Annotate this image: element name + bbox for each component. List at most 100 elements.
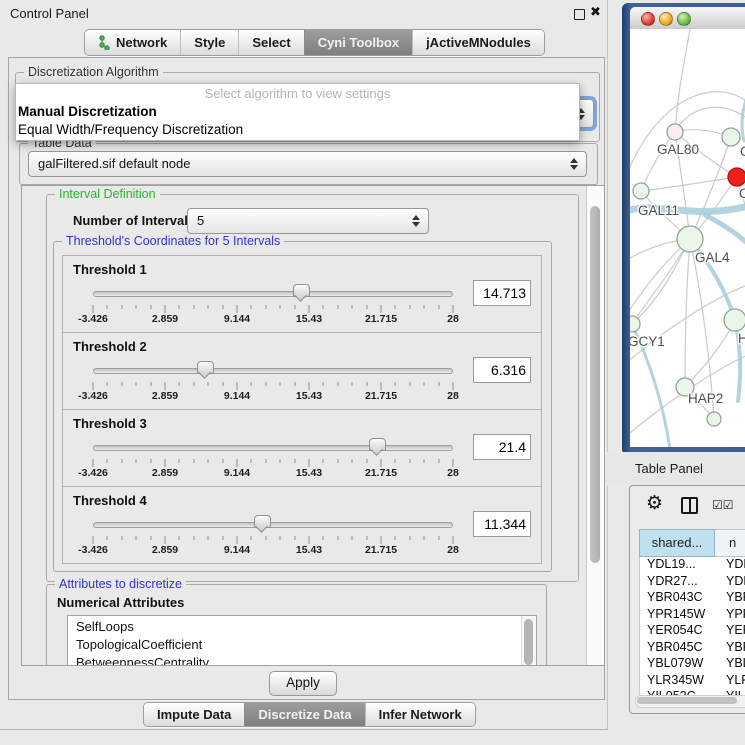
network-node[interactable] — [633, 183, 649, 199]
scrollbar-thumb[interactable] — [637, 697, 737, 704]
zoom-traffic-light-icon[interactable] — [677, 12, 691, 26]
tab-impute-data[interactable]: Impute Data — [144, 703, 244, 726]
tab-network[interactable]: Network — [85, 30, 180, 55]
vertical-scrollbar[interactable] — [586, 186, 604, 665]
column-header-shared[interactable]: shared... — [639, 529, 715, 557]
float-window-icon[interactable] — [574, 9, 585, 20]
cell-shared-name[interactable]: YDR27... — [640, 574, 716, 591]
split-columns-icon[interactable] — [681, 497, 698, 514]
tab-cyni-toolbox[interactable]: Cyni Toolbox — [304, 30, 412, 55]
minimize-traffic-light-icon[interactable] — [659, 12, 673, 26]
network-node-label: GAL80 — [657, 142, 699, 157]
cell-shared-name[interactable]: YDL19... — [640, 557, 716, 574]
cell-shared-name[interactable]: YER054C — [640, 623, 716, 640]
table-row[interactable]: YER054CYER0 — [640, 623, 745, 640]
table-row[interactable]: YBR045CYBR0 — [640, 640, 745, 657]
network-node-label: HAP2 — [688, 391, 723, 406]
tab-style[interactable]: Style — [180, 30, 238, 55]
slider-thumb[interactable] — [369, 438, 386, 451]
cell-name[interactable]: YDR2 — [716, 574, 745, 591]
network-node[interactable] — [630, 316, 640, 332]
dropdown-option[interactable]: Manual Discretization — [16, 103, 579, 121]
network-edge-thick[interactable] — [705, 215, 745, 247]
group-title: Interval Definition — [55, 187, 160, 201]
threshold-label: Threshold 3 — [73, 416, 147, 431]
network-node[interactable] — [667, 124, 683, 140]
slider-ticks — [93, 459, 453, 467]
cell-name[interactable]: YPR1 — [716, 607, 745, 624]
combobox-stepper-icon — [570, 158, 579, 170]
threshold-slider[interactable] — [93, 283, 453, 303]
cell-name[interactable]: YLR3 — [716, 673, 745, 690]
network-edge[interactable] — [630, 239, 690, 317]
tab-select[interactable]: Select — [238, 30, 303, 55]
cell-shared-name[interactable]: YBR043C — [640, 590, 716, 607]
horizontal-scrollbar[interactable] — [635, 695, 745, 708]
threshold-slider[interactable] — [93, 360, 453, 380]
attribute-list-item[interactable]: SelfLoops — [76, 618, 536, 636]
network-edge[interactable] — [685, 239, 690, 387]
table-row[interactable]: YPR145WYPR1 — [640, 607, 745, 624]
checkboxes-icon[interactable]: ☑☑ — [712, 498, 734, 512]
gear-icon[interactable]: ⚙ — [646, 492, 663, 515]
attribute-list-item[interactable]: TopologicalCoefficient — [76, 636, 536, 654]
threshold-slider[interactable] — [93, 437, 453, 457]
apply-button[interactable]: Apply — [269, 671, 337, 696]
network-node[interactable] — [724, 309, 745, 331]
table-row[interactable]: YDR27...YDR2 — [640, 574, 745, 591]
threshold-value-input[interactable] — [473, 434, 531, 460]
table-panel-titlebar: Table Panel — [607, 452, 745, 485]
network-edge[interactable] — [641, 177, 737, 191]
group-title: Attributes to discretize — [55, 577, 186, 591]
cell-name[interactable]: YER0 — [716, 623, 745, 640]
cell-shared-name[interactable]: YLR345W — [640, 673, 716, 690]
tab-label: Discretize Data — [258, 703, 351, 726]
threshold-value-input[interactable] — [473, 357, 531, 383]
table-row[interactable]: YLR345WYLR3 — [640, 673, 745, 690]
cell-name[interactable]: YBR0 — [716, 640, 745, 657]
tab-discretize-data[interactable]: Discretize Data — [244, 703, 364, 726]
network-edge[interactable] — [641, 132, 675, 191]
slider-ticks — [93, 536, 453, 544]
tab-label: Infer Network — [379, 703, 462, 726]
network-window-titlebar[interactable] — [630, 7, 745, 30]
close-icon[interactable]: ✖ — [590, 4, 601, 20]
threshold-value-input[interactable] — [473, 280, 531, 306]
slider-thumb[interactable] — [197, 361, 214, 374]
cell-name[interactable]: YBR0 — [716, 590, 745, 607]
tab-jactivemnodules[interactable]: jActiveMNodules — [412, 30, 544, 55]
table-row[interactable]: YBL079WYBL0 — [640, 656, 745, 673]
cell-shared-name[interactable]: YBR045C — [640, 640, 716, 657]
threshold-value-input[interactable] — [473, 511, 531, 537]
network-canvas[interactable]: GAL80GACGAL11GAL4GCY1HHAP2 — [630, 29, 745, 447]
numerical-attributes-list[interactable]: SelfLoopsTopologicalCoefficientBetweenne… — [67, 615, 537, 666]
slider-thumb[interactable] — [254, 515, 271, 528]
num-intervals-combobox[interactable]: 5 — [187, 208, 429, 234]
cell-name[interactable]: YDL1 — [716, 557, 745, 574]
network-node[interactable] — [722, 128, 740, 146]
cell-name[interactable]: YBL0 — [716, 656, 745, 673]
scrollbar-thumb[interactable] — [590, 206, 600, 563]
attribute-list-item[interactable]: BetweennessCentrality — [76, 654, 536, 666]
threshold-panels: Threshold 1-3.4262.8599.14415.4321.71528… — [62, 256, 542, 564]
cell-shared-name[interactable]: YPR145W — [640, 607, 716, 624]
list-scrollbar[interactable] — [521, 616, 536, 666]
table-row[interactable]: YBR043CYBR0 — [640, 590, 745, 607]
network-node[interactable] — [677, 226, 703, 252]
close-traffic-light-icon[interactable] — [641, 12, 655, 26]
dropdown-option[interactable]: Equal Width/Frequency Discretization — [16, 121, 579, 139]
table-data-combobox[interactable]: galFiltered.sif default node — [28, 151, 587, 177]
network-node[interactable] — [728, 168, 745, 186]
numerical-attributes-label: Numerical Attributes — [57, 595, 184, 610]
threshold-panel: Threshold 3-3.4262.8599.14415.4321.71528 — [62, 409, 542, 487]
slider-tick-labels: -3.4262.8599.14415.4321.71528 — [93, 390, 453, 403]
cell-shared-name[interactable]: YBL079W — [640, 656, 716, 673]
column-header-name[interactable]: n — [715, 529, 745, 557]
threshold-slider[interactable] — [93, 514, 453, 534]
network-node[interactable] — [707, 412, 721, 426]
network-edge[interactable] — [632, 239, 690, 324]
table-row[interactable]: YDL19...YDL1 — [640, 557, 745, 574]
network-node-label: C — [739, 186, 745, 201]
slider-thumb[interactable] — [293, 284, 310, 297]
tab-infer-network[interactable]: Infer Network — [365, 703, 475, 726]
